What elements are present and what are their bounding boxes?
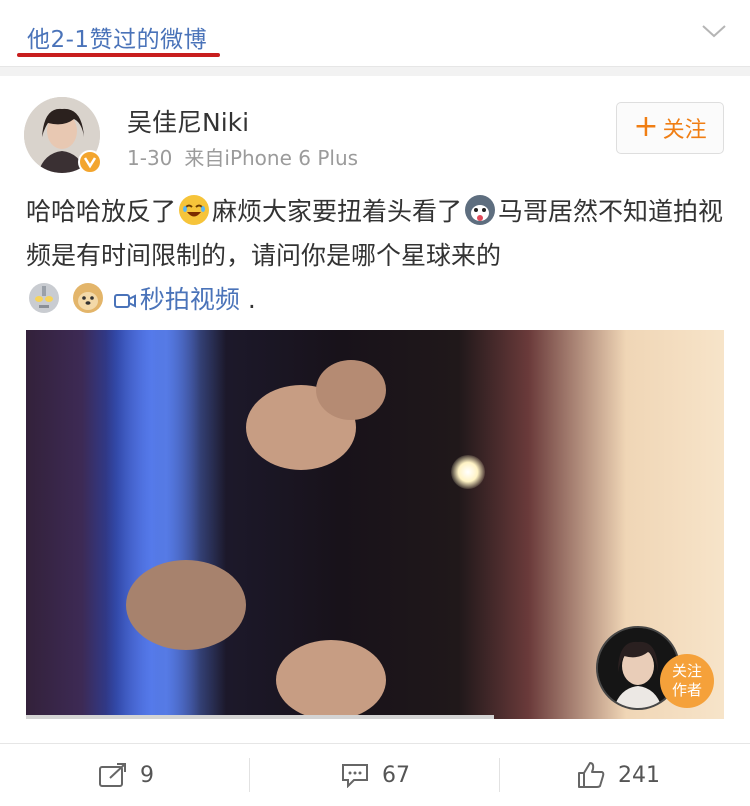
chevron-down-icon[interactable] <box>700 22 728 40</box>
post-meta: 1-30 来自iPhone 6 Plus <box>127 142 358 171</box>
follow-button[interactable]: + 关注 <box>616 102 724 154</box>
video-link-label: 秒拍视频 <box>139 285 240 314</box>
action-divider <box>499 758 500 792</box>
like-count: 241 <box>618 762 660 788</box>
post-date: 1-30 <box>127 146 173 170</box>
ultraman-emoji-icon <box>29 283 59 313</box>
post-text-segment: 麻烦大家要扭着头看了 <box>212 197 463 226</box>
repost-button[interactable]: 9 <box>98 744 154 806</box>
action-divider <box>249 758 250 792</box>
plus-icon: + <box>633 108 659 144</box>
like-icon <box>578 762 605 788</box>
post-source: 来自iPhone 6 Plus <box>184 146 359 170</box>
video-progress-bar[interactable] <box>26 715 494 719</box>
video-figure <box>276 640 386 719</box>
repost-icon <box>99 763 126 787</box>
laugh-emoji-icon <box>179 195 210 225</box>
doge-emoji-icon <box>72 283 103 313</box>
follow-author-line2: 作者 <box>671 681 702 699</box>
video-stage-light <box>106 330 226 719</box>
comment-icon <box>342 764 368 788</box>
post-text: 哈哈哈放反了 麻烦大家要扭着头看了 马哥居然不知道拍视频是有时间限制的，请问你是哪个… <box>26 190 726 322</box>
follow-author-line1: 关注 <box>671 662 702 680</box>
post-text-segment: 哈哈哈放反了 <box>26 197 177 226</box>
video-figure <box>126 560 246 650</box>
weibo-post-card: 吴佳尼Niki 1-30 来自iPhone 6 Plus + 关注 哈哈哈放反了 麻… <box>0 76 750 743</box>
page-title[interactable]: 他2-1赞过的微博 <box>27 20 207 54</box>
post-action-bar: 9 67 241 <box>0 743 750 806</box>
repost-count: 9 <box>140 762 154 788</box>
comment-count: 67 <box>382 762 410 788</box>
video-figure <box>316 360 386 420</box>
like-button[interactable]: 241 <box>576 744 660 806</box>
follow-button-label: 关注 <box>662 118 707 143</box>
verified-badge-icon <box>78 150 102 174</box>
husky-emoji-icon <box>465 195 496 225</box>
video-link[interactable]: 秒拍视频 <box>113 285 240 314</box>
video-light-flare <box>451 455 485 489</box>
author-name[interactable]: 吴佳尼Niki <box>127 103 249 139</box>
video-player[interactable]: 关注 作者 <box>26 330 724 719</box>
follow-author-button[interactable]: 关注 作者 <box>660 654 714 708</box>
video-camera-icon <box>113 294 136 308</box>
post-text-tail: . <box>247 285 256 314</box>
active-tab-underline <box>17 53 220 57</box>
comment-button[interactable]: 67 <box>340 744 410 806</box>
page-header: 他2-1赞过的微博 <box>0 0 750 67</box>
